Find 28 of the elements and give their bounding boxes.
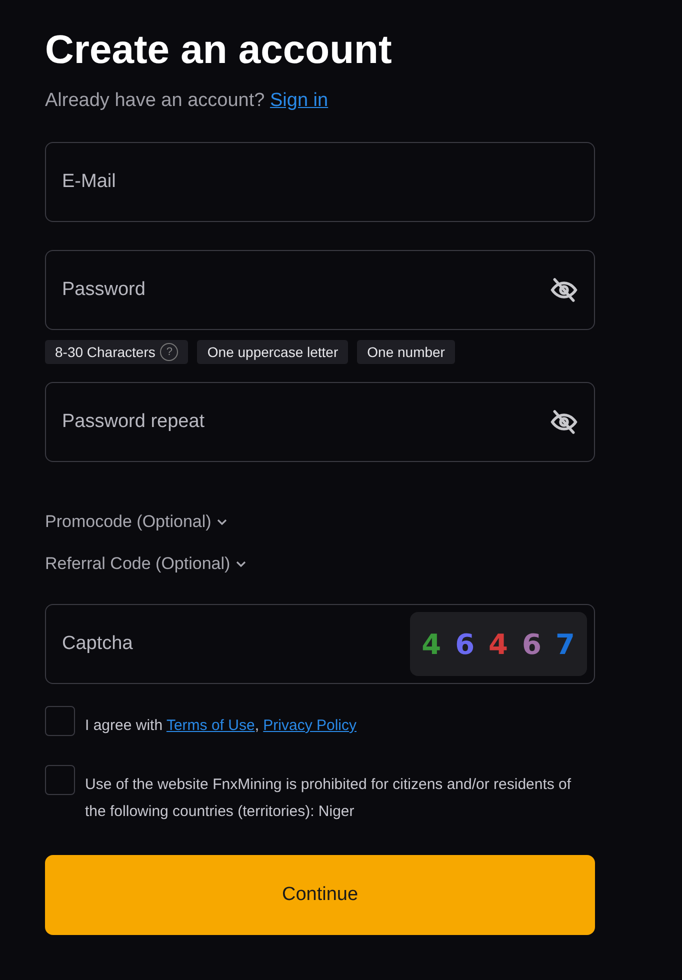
captcha-digit: 4: [422, 628, 442, 660]
page-title: Create an account: [45, 27, 393, 74]
eye-slash-icon[interactable]: [550, 408, 578, 436]
captcha-digit: 6: [522, 628, 542, 660]
requirement-tag: 8-30 Characters ?: [45, 340, 188, 364]
policy-link[interactable]: Privacy Policy: [263, 717, 357, 734]
policy-link[interactable]: Terms of Use: [166, 717, 255, 734]
chevron-icon: [217, 518, 228, 526]
signin-link[interactable]: Sign in: [270, 90, 328, 111]
captcha-digit: 6: [455, 628, 475, 660]
chevron-icon: [236, 560, 246, 568]
optional-code-toggle[interactable]: Referral Code (Optional): [45, 554, 246, 574]
eye-slash-icon[interactable]: [550, 276, 578, 304]
input-field[interactable]: Password repeat: [45, 382, 595, 462]
checkbox[interactable]: [45, 706, 75, 736]
input-field[interactable]: Password: [45, 250, 595, 330]
optional-code-toggle[interactable]: Promocode (Optional): [45, 512, 228, 532]
agreement-text: Use of the website FnxMining is prohibited for citizens and/or residents of the following countries (territories): Niger: [85, 775, 572, 822]
captcha-digit: 7: [556, 628, 575, 660]
continue-button[interactable]: Continue: [45, 855, 595, 935]
help-icon: ?: [160, 343, 178, 361]
checkbox[interactable]: [45, 765, 75, 795]
signin-prompt: Already have an account? Sign in: [45, 90, 330, 112]
captcha-digit: 4: [488, 628, 508, 660]
requirement-tag: One number: [357, 340, 455, 364]
requirement-tag: One uppercase letter: [197, 340, 348, 364]
input-field[interactable]: E-Mail: [45, 142, 595, 222]
agreement-text: I agree with Terms of Use, Privacy Policy: [85, 716, 357, 736]
